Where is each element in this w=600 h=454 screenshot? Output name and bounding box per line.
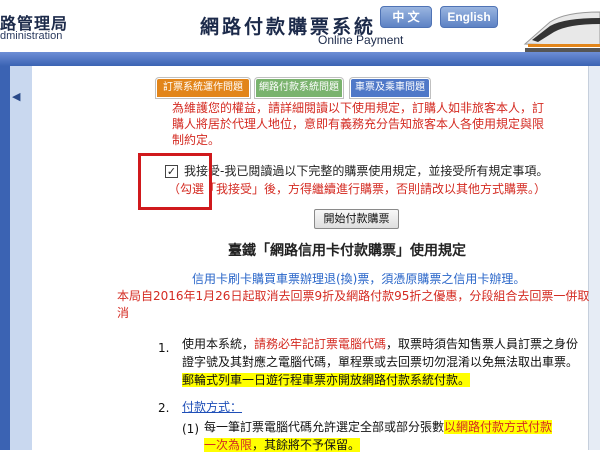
refund-note: 信用卡刷卡購買車票辦理退(換)票，須憑原購票之信用卡辦理。 (192, 272, 526, 286)
left-sidebar-panel (10, 66, 32, 450)
tab-booking-system[interactable]: 訂票系統運作問題 (156, 78, 250, 98)
rule-1-text: 使用本系統，請務必牢記訂票電腦代碼，取票時須告知售票人員訂票之身份證字號及其對應… (182, 335, 587, 389)
rule-1-emphasis: 請務必牢記訂票電腦代碼 (254, 337, 387, 351)
chinese-language-button[interactable]: 中 文 (380, 6, 432, 28)
notice-text: 為維護您的權益，請詳細閱讀以下使用規定，訂購人如非旅客本人，訂購人將居於代理人地… (172, 101, 545, 147)
left-sidebar (0, 66, 10, 450)
accept-hint: （勾選「我接受」後，方得繼續進行購票，否則請改以其他方式購票。） (168, 182, 547, 196)
logo-subtitle: dministration (0, 30, 63, 42)
vertical-scrollbar[interactable] (588, 66, 600, 450)
accept-label: 我接受-我已閱讀過以下完整的購票使用規定，並接受所有規定事項。 (184, 164, 549, 178)
header-band (0, 52, 600, 66)
rule-1-number: 1. (158, 341, 170, 355)
tab-payment-system[interactable]: 網路付款系統問題 (255, 78, 343, 98)
rule-2-1-part1: 每一筆訂票電腦代碼允許選定全部或部分張數 (204, 420, 445, 434)
arrow-left-icon[interactable]: ◀ (12, 90, 20, 103)
rule-1-part1: 使用本系統， (182, 337, 255, 351)
tab-ticket-boarding[interactable]: 車票及乘車問題 (350, 78, 430, 98)
rules-title: 臺鐵「網路信用卡付款購票」使用規定 (228, 243, 466, 259)
rule-2-number: 2. (158, 401, 170, 415)
system-subtitle: Online Payment (318, 33, 404, 47)
accept-row: ✓ 我接受-我已閱讀過以下完整的購票使用規定，並接受所有規定事項。 (165, 162, 548, 179)
payment-method-link[interactable]: 付款方式： (182, 398, 242, 416)
english-language-button[interactable]: English (440, 6, 498, 28)
rule-1-highlight: 郵輪式列車一日遊行程車票亦開放網路付款系統付款。 (182, 373, 471, 387)
header: 路管理局 dministration 網路付款購票系統 Online Payme… (0, 0, 600, 52)
start-payment-button[interactable]: 開始付款購票 (314, 209, 399, 229)
rule-2-1-text: 每一筆訂票電腦代碼允許選定全部或部分張數以網路付款方式付款一次為限，其餘將不予保… (204, 418, 564, 454)
rule-2-1-number: (1) (182, 422, 199, 436)
discount-cancel-note: 本局自2016年1月26日起取消去回票9折及網路付款95折之優惠，分段組合去回票… (117, 289, 590, 320)
train-icon (523, 11, 600, 52)
highlight-box (138, 153, 212, 210)
